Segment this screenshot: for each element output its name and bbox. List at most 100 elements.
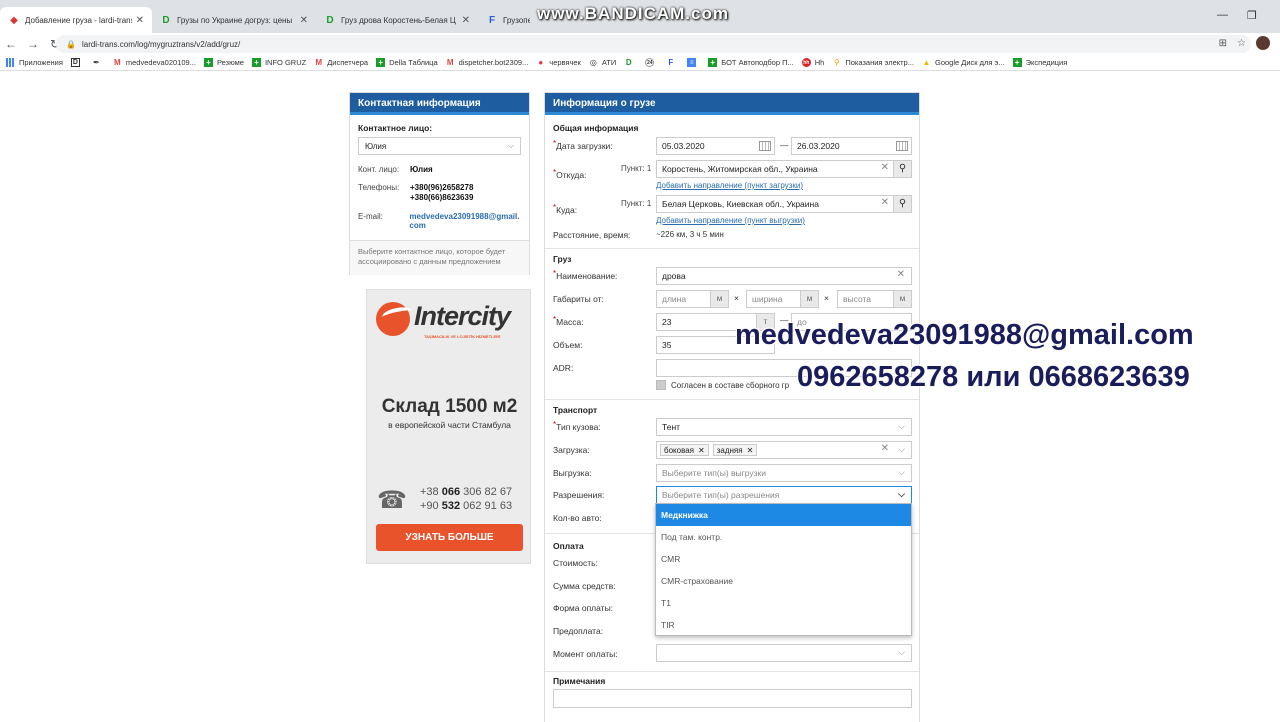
bookmark-ati[interactable]: ◎ АТИ [589, 58, 616, 67]
bookmark-worm[interactable]: ● червячек [536, 58, 581, 67]
bookmark-dispetcher-bot[interactable]: Mdispetcher.bot2309... [446, 58, 529, 67]
option-cmr[interactable]: CMR [656, 548, 911, 570]
to-input[interactable]: Белая Церковь, Киевская обл., Украина ✕ ⚲ [656, 195, 912, 213]
bookmark-info-gruz[interactable]: + INFO GRUZ [251, 58, 307, 67]
learn-more-button[interactable]: УЗНАТЬ БОЛЬШЕ [376, 524, 523, 551]
intercity-logo: Intercity TAŞIMACILIK VE LOJİSTİK HİZMET… [376, 300, 526, 339]
payment-form-label: Форма оплаты: [553, 603, 614, 613]
tab-cargo-ukraine[interactable]: D Грузы по Украине догруз: цены ✕ [152, 7, 316, 33]
close-icon[interactable]: ✕ [136, 15, 144, 26]
combined-cargo-checkbox[interactable]: Согласен в составе сборного гр [656, 380, 789, 390]
height-input[interactable]: высота м [837, 290, 912, 308]
checkbox-box[interactable] [656, 380, 666, 390]
clear-icon[interactable]: ✕ [881, 162, 889, 173]
bookmark-della[interactable]: + Della Таблица [376, 58, 438, 67]
tab-title: Грузопе [503, 15, 530, 25]
from-label: *Откуда: [553, 168, 587, 180]
close-icon[interactable]: ✕ [462, 15, 470, 26]
docs-icon: ≡ [687, 58, 697, 67]
translate-icon[interactable]: ⊞ [1219, 38, 1227, 49]
section-transport: Транспорт [553, 405, 598, 415]
payment-moment-select[interactable]: ⌵ [656, 644, 912, 662]
bookmark-24[interactable]: 24 [645, 58, 658, 67]
cargo-name-value: дрова [662, 271, 686, 281]
bookmark-meter[interactable]: ⚲ Показания электр... [832, 58, 914, 67]
remove-icon[interactable]: ✕ [698, 446, 705, 455]
gmail-icon: M [114, 58, 121, 67]
map-pin-icon[interactable]: ⚲ [893, 161, 911, 177]
add-unload-point-link[interactable]: Добавить направление (пункт выгрузки) [656, 216, 805, 225]
adr-label: ADR: [553, 363, 574, 373]
minimize-icon[interactable]: — [1217, 9, 1228, 21]
option-t1[interactable]: T1 [656, 592, 911, 614]
permissions-select[interactable]: Выберите тип(ы) разрешения ⌵ [656, 486, 912, 504]
date-to-input[interactable]: 26.03.2020 [791, 137, 912, 155]
calendar-icon[interactable] [896, 141, 908, 151]
contact-email-link[interactable]: medvedeva23091988@gmail.com [409, 212, 521, 230]
bookmark-drive[interactable]: ▲ Google Диск для э... [922, 58, 1005, 67]
back-icon[interactable]: ← [0, 37, 22, 51]
loading-select[interactable]: боковая ✕ задняя ✕ ✕ ⌵ [656, 441, 912, 459]
section-cargo: Груз [553, 254, 572, 264]
tab-cargo-firewood[interactable]: D Груз дрова Коростень-Белая Ц ✕ [316, 7, 478, 33]
bookmark-label: dispetcher.bot2309... [458, 58, 529, 67]
map-pin-icon[interactable]: ⚲ [893, 196, 911, 212]
width-input[interactable]: ширина м [746, 290, 819, 308]
clear-icon[interactable]: ✕ [881, 443, 889, 454]
bookmark-f[interactable]: F [666, 58, 679, 67]
vehicle-count-label: Кол-во авто: [553, 513, 602, 523]
close-icon[interactable]: ✕ [300, 15, 308, 26]
bookmark-dispatchers[interactable]: M Диспетчера [314, 58, 368, 67]
bookmark-apps[interactable]: Приложения [6, 58, 63, 67]
permissions-label: Разрешения: [553, 490, 605, 500]
length-input[interactable]: длина м [656, 290, 729, 308]
loading-chip[interactable]: задняя ✕ [712, 444, 758, 456]
option-tir[interactable]: TIR [656, 614, 911, 636]
profile-avatar[interactable] [1256, 36, 1270, 50]
bookmark-d[interactable]: D [70, 58, 84, 67]
divider [545, 248, 919, 249]
intercity-ad-banner[interactable]: Intercity TAŞIMACILIK VE LOJİSTİK HİZMET… [366, 289, 531, 564]
option-medical-book[interactable]: Медкнижка [656, 504, 911, 526]
bookmark-expedition[interactable]: + Экспедиция [1012, 58, 1067, 67]
bookmark-docs[interactable]: ≡ [687, 58, 700, 67]
address-bar[interactable]: 🔒 lardi-trans.com/log/mygruztrans/v2/add… [56, 35, 1251, 53]
bookmark-gmail-1[interactable]: Mmedvedeva020109... [113, 58, 196, 67]
date-from-input[interactable]: 05.03.2020 [656, 137, 775, 155]
tab-add-cargo[interactable]: ◆ Добавление груза - lardi-trans.c ✕ [0, 7, 152, 33]
from-input[interactable]: Коростень, Житомирская обл., Украина ✕ ⚲ [656, 160, 912, 178]
contact-person-select[interactable]: Юлия ⌵ [358, 137, 521, 155]
body-type-select[interactable]: Тент ⌵ [656, 418, 912, 436]
add-load-point-link[interactable]: Добавить направление (пункт загрузки) [656, 181, 803, 190]
lock-icon: 🔒 [66, 39, 76, 49]
clear-icon[interactable]: ✕ [881, 197, 889, 208]
chip-label: боковая [664, 445, 695, 455]
notes-input[interactable] [553, 689, 912, 708]
tab-cargo-carriers[interactable]: F Грузопе [478, 7, 538, 33]
loading-chip[interactable]: боковая ✕ [660, 444, 709, 456]
times-sign: × [824, 293, 829, 303]
remove-icon[interactable]: ✕ [747, 446, 754, 455]
calendar-icon[interactable] [759, 141, 771, 151]
cargo-name-input[interactable]: дрова ✕ [656, 267, 912, 285]
bookmark-d2[interactable]: D [624, 58, 637, 67]
option-customs-control[interactable]: Под там. контр. [656, 526, 911, 548]
contact-phone-1: +380(96)2658278 [410, 183, 474, 192]
bookmark-feather[interactable]: ✒ [92, 58, 105, 67]
section-general: Общая информация [553, 123, 639, 133]
maximize-icon[interactable]: ❐ [1247, 9, 1257, 22]
star-icon[interactable]: ☆ [1237, 38, 1246, 49]
unloading-select[interactable]: Выберите тип(ы) выгрузки ⌵ [656, 464, 912, 482]
clear-icon[interactable]: ✕ [897, 269, 905, 280]
24-icon: 24 [645, 58, 655, 67]
divider [545, 671, 919, 672]
bookmark-hh[interactable]: hh Hh [801, 58, 824, 67]
bookmark-bot[interactable]: + БОТ Автоподбор П... [708, 58, 794, 67]
body-type-label: *Тип кузова: [553, 420, 601, 432]
option-cmr-insurance[interactable]: CMR-страхование [656, 570, 911, 592]
mass-label: *Масса: [553, 315, 584, 327]
bookmark-resume[interactable]: + Резюме [203, 58, 244, 67]
hh-icon: hh [801, 58, 811, 67]
bookmark-label: INFO GRUZ [264, 58, 307, 67]
forward-icon[interactable]: → [22, 37, 44, 51]
